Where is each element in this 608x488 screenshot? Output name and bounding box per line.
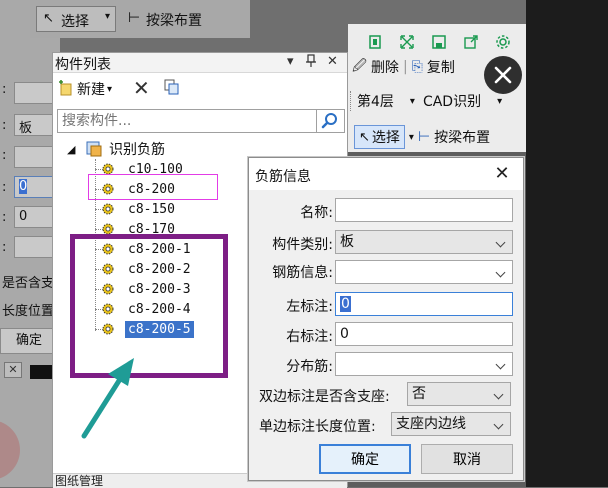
delete-button[interactable]: 删除 bbox=[371, 57, 399, 77]
double-select[interactable]: 否 bbox=[407, 382, 511, 406]
bg-label-support: 是否含支 bbox=[2, 276, 55, 291]
tree-root-label: 识别负筋 bbox=[109, 142, 165, 158]
search-input[interactable] bbox=[58, 110, 316, 132]
copy-icon: ⎘ bbox=[411, 59, 423, 75]
new-icon bbox=[59, 80, 72, 96]
rebar-label: 钢筋信息: bbox=[272, 265, 333, 281]
name-label: 名称: bbox=[300, 205, 333, 221]
pointer-icon: ↖ bbox=[43, 11, 54, 26]
save-icon[interactable] bbox=[426, 30, 452, 54]
cad-edit-row: 🖉 删除 | ⎘ 复制 bbox=[352, 54, 455, 80]
rebar-select[interactable] bbox=[335, 260, 513, 284]
name-field[interactable] bbox=[335, 198, 513, 222]
floor-dropdown-icon[interactable]: ▾ bbox=[410, 96, 415, 107]
beam-layout-button[interactable]: 按梁布置 bbox=[434, 127, 490, 147]
export-icon[interactable] bbox=[458, 30, 484, 54]
top-toolbar-strip: ↖ 选择 ▾ ⊢ 按梁布置 bbox=[30, 0, 250, 38]
left-field[interactable]: 0 bbox=[335, 292, 513, 316]
select-row: ↖ 选择 ▾ ⊢ 按梁布置 bbox=[354, 124, 490, 150]
top-select-button: ↖ 选择 ▾ bbox=[36, 6, 116, 32]
new-button[interactable]: 新建 ▾ bbox=[57, 78, 112, 100]
component-panel-title: 构件列表 bbox=[55, 57, 111, 73]
annotation-pink-box bbox=[88, 174, 218, 200]
eraser-icon: 🖉 bbox=[352, 58, 367, 74]
type-select[interactable]: 板 bbox=[335, 230, 513, 254]
double-label: 双边标注是否含支座: bbox=[259, 389, 390, 405]
dist-select[interactable] bbox=[335, 352, 513, 376]
cad-recognize-select[interactable]: CAD识别 bbox=[423, 91, 481, 111]
delete-icon[interactable]: ✕ bbox=[133, 76, 150, 100]
rebar-info-dialog: 负筋信息 ✕ 名称: 构件类别: 板 钢筋信息: 左标注: 0 右标注: 0 分… bbox=[248, 157, 524, 481]
settings-gear-icon[interactable] bbox=[490, 30, 516, 54]
dist-label: 分布筋: bbox=[286, 359, 333, 375]
gear-icon bbox=[102, 203, 114, 215]
search-box bbox=[57, 109, 317, 133]
bg-close-icon: ✕ bbox=[4, 362, 22, 378]
bg-label-length: 长度位置 bbox=[2, 304, 55, 319]
right-label: 右标注: bbox=[286, 329, 333, 345]
dropdown-arrow-icon: ▾ bbox=[105, 11, 111, 22]
close-icon[interactable]: ✕ bbox=[327, 54, 338, 69]
dialog-title: 负筋信息 bbox=[255, 169, 311, 185]
pin-icon[interactable] bbox=[305, 54, 317, 72]
single-label: 单边标注长度位置: bbox=[259, 419, 376, 435]
single-select[interactable]: 支座内边线 bbox=[391, 412, 511, 436]
cad-icon-row bbox=[362, 30, 516, 56]
floor-row: 第4层 ▾ CAD识别 ▾ bbox=[350, 88, 502, 114]
select-button[interactable]: ↖ 选择 bbox=[354, 125, 405, 149]
cad-canvas-dark bbox=[526, 0, 608, 487]
cad-dropdown-icon[interactable]: ▾ bbox=[497, 96, 502, 107]
list-item[interactable]: c8-150 bbox=[101, 199, 178, 219]
type-label: 构件类别: bbox=[272, 237, 333, 253]
close-icon[interactable]: ✕ bbox=[489, 162, 515, 186]
tree-root[interactable]: ◢ 识别负筋 bbox=[61, 139, 165, 159]
floor-select[interactable]: 第4层 bbox=[357, 91, 394, 111]
beam-layout-icon: ⊢ bbox=[417, 129, 431, 145]
cancel-button[interactable]: 取消 bbox=[421, 444, 513, 474]
ok-button[interactable]: 确定 bbox=[319, 444, 411, 474]
copy-icon[interactable] bbox=[163, 78, 181, 100]
beam-icon: ⊢ bbox=[128, 10, 141, 26]
search-icon bbox=[321, 113, 337, 129]
collapse-icon[interactable]: ◢ bbox=[67, 143, 83, 156]
background-dialog: : : 板 : : 0 : 0 : 是否含支 长度位置 bbox=[0, 0, 60, 487]
rebar-group-icon bbox=[86, 141, 102, 157]
left-label: 左标注: bbox=[286, 299, 333, 315]
dropdown-arrow-icon: ▾ bbox=[107, 83, 113, 95]
copy-button[interactable]: 复制 bbox=[427, 57, 455, 77]
close-overlay-icon[interactable] bbox=[484, 56, 522, 94]
dropdown-arrow-icon[interactable]: ▾ bbox=[287, 54, 294, 69]
bg-ok-button: 确定 bbox=[0, 328, 58, 354]
select-dropdown-icon[interactable]: ▾ bbox=[409, 132, 414, 143]
right-field[interactable]: 0 bbox=[335, 322, 513, 346]
search-button[interactable] bbox=[317, 109, 345, 133]
annotation-arrow bbox=[81, 358, 134, 439]
layer-icon[interactable] bbox=[362, 30, 388, 54]
fullscreen-icon[interactable] bbox=[394, 30, 420, 54]
dialog-titlebar: 负筋信息 ✕ bbox=[249, 158, 523, 190]
pointer-icon: ↖ bbox=[359, 129, 370, 145]
component-panel-titlebar: 构件列表 ▾ ✕ bbox=[53, 53, 347, 73]
component-toolbar: 新建 ▾ ✕ bbox=[53, 75, 347, 103]
